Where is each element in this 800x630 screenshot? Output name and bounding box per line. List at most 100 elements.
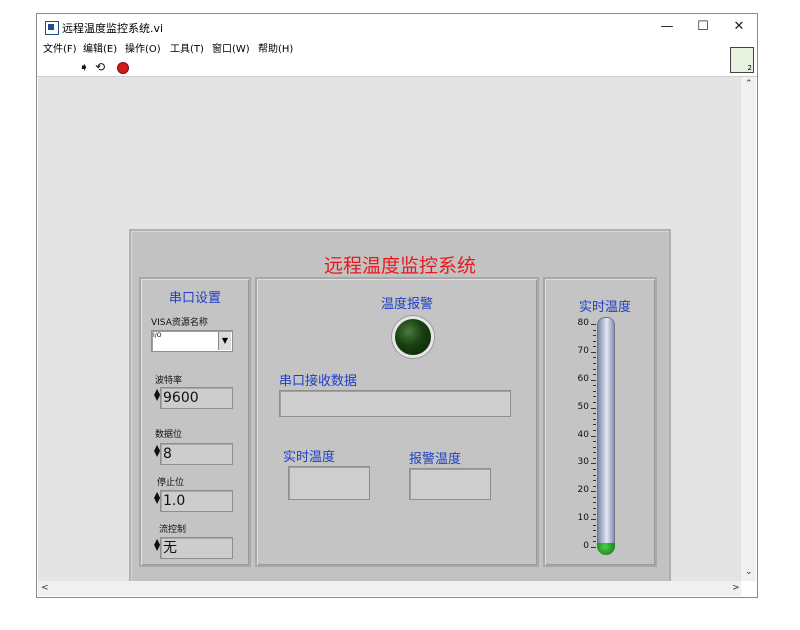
thermometer-minor-tick	[593, 390, 596, 392]
thermometer-tick-label: 70	[577, 345, 589, 356]
serial-settings-heading: 串口设置	[168, 291, 221, 306]
thermometer-minor-tick	[593, 368, 596, 370]
thermometer-minor-tick	[593, 502, 596, 504]
title-bar: 远程温度监控系统.vi — ☐ ✕	[37, 14, 757, 41]
thermometer-major-tick	[591, 435, 596, 437]
thermometer-minor-tick	[593, 513, 596, 515]
menu-tools[interactable]: 工具(T)	[170, 41, 204, 58]
alarm-temp-label: 报警温度	[409, 452, 462, 467]
thermometer-minor-tick	[593, 357, 596, 359]
stop-bits-field[interactable]: 1.0	[160, 490, 233, 512]
main-panel: 远程温度监控系统 串口设置 VISA资源名称 I/O ▼ 波特率 ▲ ▼ 9600…	[129, 229, 671, 585]
thermometer-minor-tick	[593, 329, 596, 331]
thermometer-major-tick	[591, 463, 596, 465]
thermometer-minor-tick	[593, 468, 596, 470]
scroll-right-arrow-icon[interactable]: >	[732, 583, 740, 593]
thermometer-minor-tick	[593, 335, 596, 337]
thermometer-major-tick	[591, 324, 596, 325]
thermometer-tick-label: 30	[577, 457, 589, 468]
alarm-led-label: 温度报警	[380, 297, 433, 312]
alarm-led-indicator	[392, 316, 434, 358]
alarm-temp-display	[409, 468, 491, 500]
window-title: 远程温度监控系统.vi	[62, 22, 164, 35]
thermometer-minor-tick	[593, 524, 596, 526]
thermometer-minor-tick	[593, 474, 596, 476]
vi-icon-number: 2	[747, 64, 752, 72]
thermometer-minor-tick	[593, 457, 596, 459]
thermometer-tick-label: 80	[577, 318, 589, 328]
thermometer-major-tick	[591, 491, 596, 493]
thermometer-minor-tick	[593, 340, 596, 342]
menu-window[interactable]: 窗口(W)	[212, 41, 250, 58]
thermometer-major-tick	[591, 407, 596, 409]
thermometer-major-tick	[591, 547, 596, 548]
thermometer-minor-tick	[593, 429, 596, 431]
thermometer-scale: 80 70 60 50 40 30 20 10 0	[545, 279, 597, 565]
menu-bar: 文件(F) 编辑(E) 操作(O) 工具(T) 窗口(W) 帮助(H)	[37, 41, 757, 58]
thermometer-mercury-level	[597, 543, 615, 555]
vi-window: 远程温度监控系统.vi — ☐ ✕ 文件(F) 编辑(E) 操作(O) 工具(T…	[36, 13, 758, 598]
scroll-down-arrow-icon[interactable]: ⌄	[745, 567, 753, 577]
thermometer-minor-tick	[593, 385, 596, 387]
thermometer-minor-tick	[593, 402, 596, 404]
menu-operate[interactable]: 操作(O)	[125, 41, 161, 58]
menu-help[interactable]: 帮助(H)	[258, 41, 293, 58]
front-panel-canvas: 远程温度监控系统 串口设置 VISA资源名称 I/O ▼ 波特率 ▲ ▼ 9600…	[38, 77, 741, 585]
run-continuously-icon[interactable]: ⟲	[95, 60, 105, 74]
thermometer-tube	[597, 317, 615, 551]
flow-control-label: 流控制	[159, 525, 187, 535]
thermometer-tick-label: 60	[577, 373, 589, 384]
baud-rate-label: 波特率	[155, 376, 183, 386]
labview-app-icon	[45, 21, 59, 35]
serial-settings-group: 串口设置 VISA资源名称 I/O ▼ 波特率 ▲ ▼ 9600 数据位 ▲ ▼ 8…	[139, 277, 251, 567]
thermometer-minor-tick	[593, 541, 596, 543]
flow-control-field[interactable]: 无	[160, 537, 233, 559]
thermometer-minor-tick	[593, 413, 596, 415]
scroll-up-arrow-icon[interactable]: ⌃	[745, 79, 753, 89]
thermometer-minor-tick	[593, 374, 596, 376]
thermometer-major-tick	[591, 379, 596, 381]
maximize-button[interactable]: ☐	[685, 16, 721, 38]
thermometer-minor-tick	[593, 452, 596, 454]
thermometer-minor-tick	[593, 485, 596, 487]
visa-dropdown-arrow-icon[interactable]: ▼	[218, 332, 231, 350]
thermometer-tick-label: 10	[577, 513, 589, 524]
thermometer-minor-tick	[593, 418, 596, 420]
visa-io-prefix: I/O	[153, 332, 162, 339]
toolbar: ➧ ⟲	[37, 58, 757, 77]
thermometer-minor-tick	[593, 396, 596, 398]
menu-file[interactable]: 文件(F)	[43, 41, 77, 58]
data-bits-label: 数据位	[155, 430, 183, 440]
thermometer-minor-tick	[593, 346, 596, 348]
thermometer-minor-tick	[593, 446, 596, 448]
run-arrow-icon[interactable]: ➧	[79, 60, 89, 74]
thermometer-minor-tick	[593, 480, 596, 482]
abort-stop-icon[interactable]	[117, 62, 129, 74]
thermometer-tick-label: 40	[577, 429, 589, 440]
thermometer-minor-tick	[593, 496, 596, 498]
horizontal-scrollbar[interactable]: < >	[38, 581, 741, 596]
thermometer-group: 实时温度 80 70 60 50 40 30 20 10 0	[543, 277, 657, 567]
minimize-button[interactable]: —	[649, 16, 685, 38]
thermometer-major-tick	[591, 519, 596, 521]
close-button[interactable]: ✕	[721, 16, 757, 38]
visa-resource-field[interactable]: I/O ▼	[151, 330, 233, 352]
vi-connector-icon[interactable]: 2	[730, 47, 754, 73]
thermometer-minor-tick	[593, 441, 596, 443]
data-bits-field[interactable]: 8	[160, 443, 233, 465]
realtime-temp-label: 实时温度	[283, 450, 336, 465]
panel-title: 远程温度监控系统	[323, 255, 476, 277]
vertical-scrollbar[interactable]: ⌃ ⌄	[741, 77, 756, 581]
thermometer-tick-label: 50	[577, 401, 589, 412]
thermometer-minor-tick	[593, 530, 596, 532]
monitor-group: 温度报警 串口接收数据 实时温度 报警温度	[255, 277, 539, 567]
thermometer-minor-tick	[593, 535, 596, 537]
menu-edit[interactable]: 编辑(E)	[83, 41, 117, 58]
baud-rate-field[interactable]: 9600	[160, 387, 233, 409]
thermometer-tick-label: 0	[583, 541, 589, 551]
received-data-label: 串口接收数据	[279, 374, 358, 389]
thermometer-minor-tick	[593, 363, 596, 365]
scroll-left-arrow-icon[interactable]: <	[41, 583, 49, 593]
stop-bits-label: 停止位	[157, 478, 185, 488]
thermometer-tick-label: 20	[577, 485, 589, 496]
